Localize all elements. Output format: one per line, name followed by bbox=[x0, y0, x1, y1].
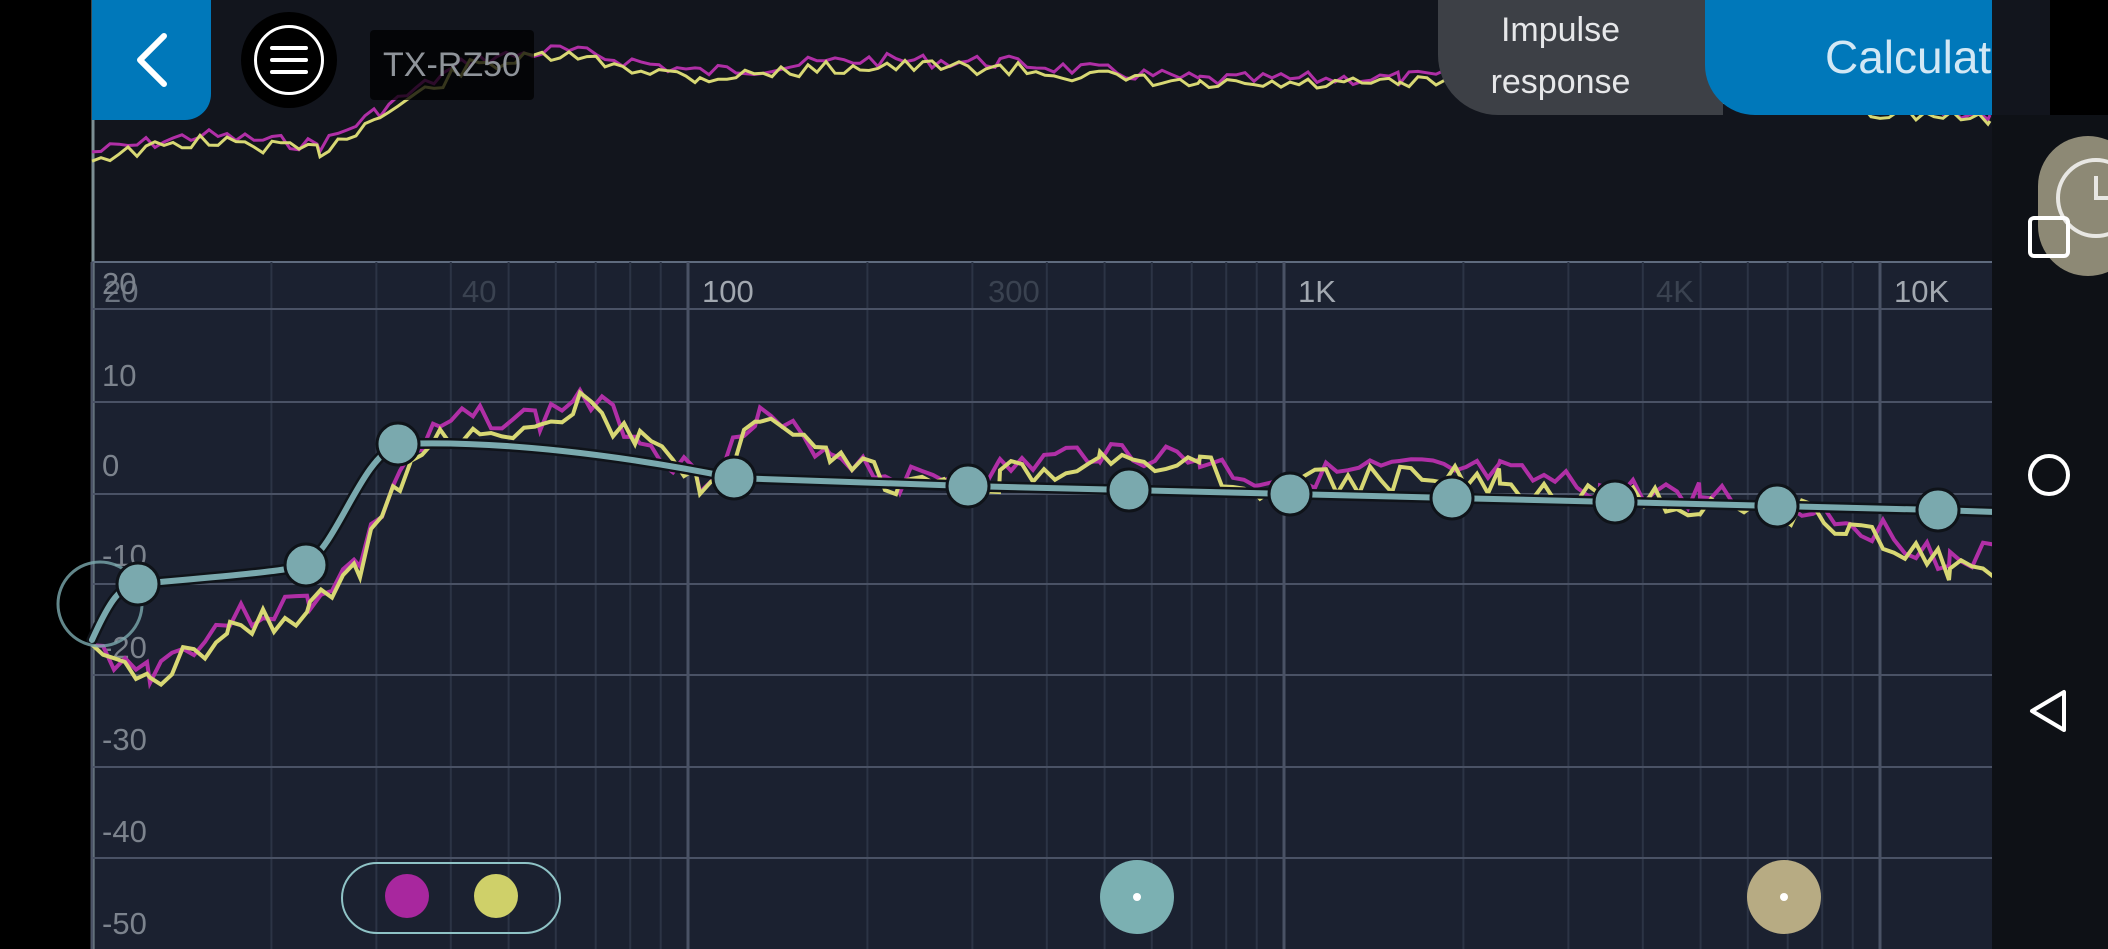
measurement-legend[interactable] bbox=[341, 862, 561, 934]
y-tick-label: -30 bbox=[102, 722, 147, 757]
eq-node[interactable] bbox=[945, 463, 991, 509]
x-tick-label: 4K bbox=[1656, 274, 1694, 309]
calculate-button[interactable]: Calculate bbox=[1705, 0, 1992, 115]
triangle-back-icon bbox=[2030, 690, 2066, 732]
eq-node[interactable] bbox=[711, 455, 757, 501]
eq-node[interactable] bbox=[1915, 487, 1961, 533]
calculate-label: Calculate bbox=[1825, 31, 1992, 83]
eq-node[interactable] bbox=[1592, 479, 1638, 525]
device-label[interactable]: TX-RZ50 bbox=[370, 30, 534, 100]
eq-screen: 20 40 100 300 1K 4K 10K 20 10 0 -10 -20 -30 -40 -50 TX… bbox=[0, 0, 2108, 949]
dot-icon bbox=[1780, 893, 1788, 901]
hamburger-menu-icon bbox=[254, 25, 324, 95]
graph-area bbox=[92, 262, 2050, 949]
eq-node[interactable] bbox=[1267, 471, 1313, 517]
legend-dot-yellow[interactable] bbox=[474, 874, 518, 918]
eq-node[interactable] bbox=[375, 421, 421, 467]
home-nav-button[interactable] bbox=[2026, 452, 2072, 498]
eq-node[interactable] bbox=[1106, 467, 1152, 513]
back-button[interactable] bbox=[92, 0, 211, 120]
impulse-response-button[interactable]: Impulse response bbox=[1438, 0, 1723, 115]
legend-dot-magenta[interactable] bbox=[385, 874, 429, 918]
y-tick-label: -50 bbox=[102, 906, 147, 941]
square-icon bbox=[2028, 216, 2070, 258]
eq-graph[interactable]: 20 40 100 300 1K 4K 10K20100-10-20-30-40-50 bbox=[0, 0, 2108, 949]
x-tick-label: 300 bbox=[988, 274, 1040, 309]
x-tick-label: 40 bbox=[462, 274, 496, 309]
target-curve-button[interactable] bbox=[1100, 860, 1174, 934]
back-nav-button[interactable] bbox=[2026, 688, 2072, 734]
menu-button[interactable] bbox=[241, 12, 337, 108]
dot-icon bbox=[1133, 893, 1141, 901]
y-tick-label: 20 bbox=[102, 266, 136, 301]
alt-curve-button[interactable] bbox=[1747, 860, 1821, 934]
chevron-left-icon bbox=[136, 33, 167, 87]
y-tick-label: 10 bbox=[102, 358, 136, 393]
recents-nav-button[interactable] bbox=[2026, 214, 2072, 260]
circle-icon bbox=[2028, 454, 2070, 496]
impulse-label-line1: Impulse bbox=[1500, 11, 1621, 49]
impulse-label-line2: response bbox=[1490, 63, 1631, 101]
eq-node[interactable] bbox=[115, 561, 161, 607]
eq-node[interactable] bbox=[283, 542, 329, 588]
y-tick-label: 0 bbox=[102, 448, 119, 483]
y-tick-label: -40 bbox=[102, 814, 147, 849]
x-tick-label: 100 bbox=[702, 274, 754, 309]
x-tick-label: 1K bbox=[1298, 274, 1336, 309]
eq-node[interactable] bbox=[1429, 475, 1475, 521]
eq-node[interactable] bbox=[1754, 483, 1800, 529]
x-tick-label: 10K bbox=[1894, 274, 1949, 309]
